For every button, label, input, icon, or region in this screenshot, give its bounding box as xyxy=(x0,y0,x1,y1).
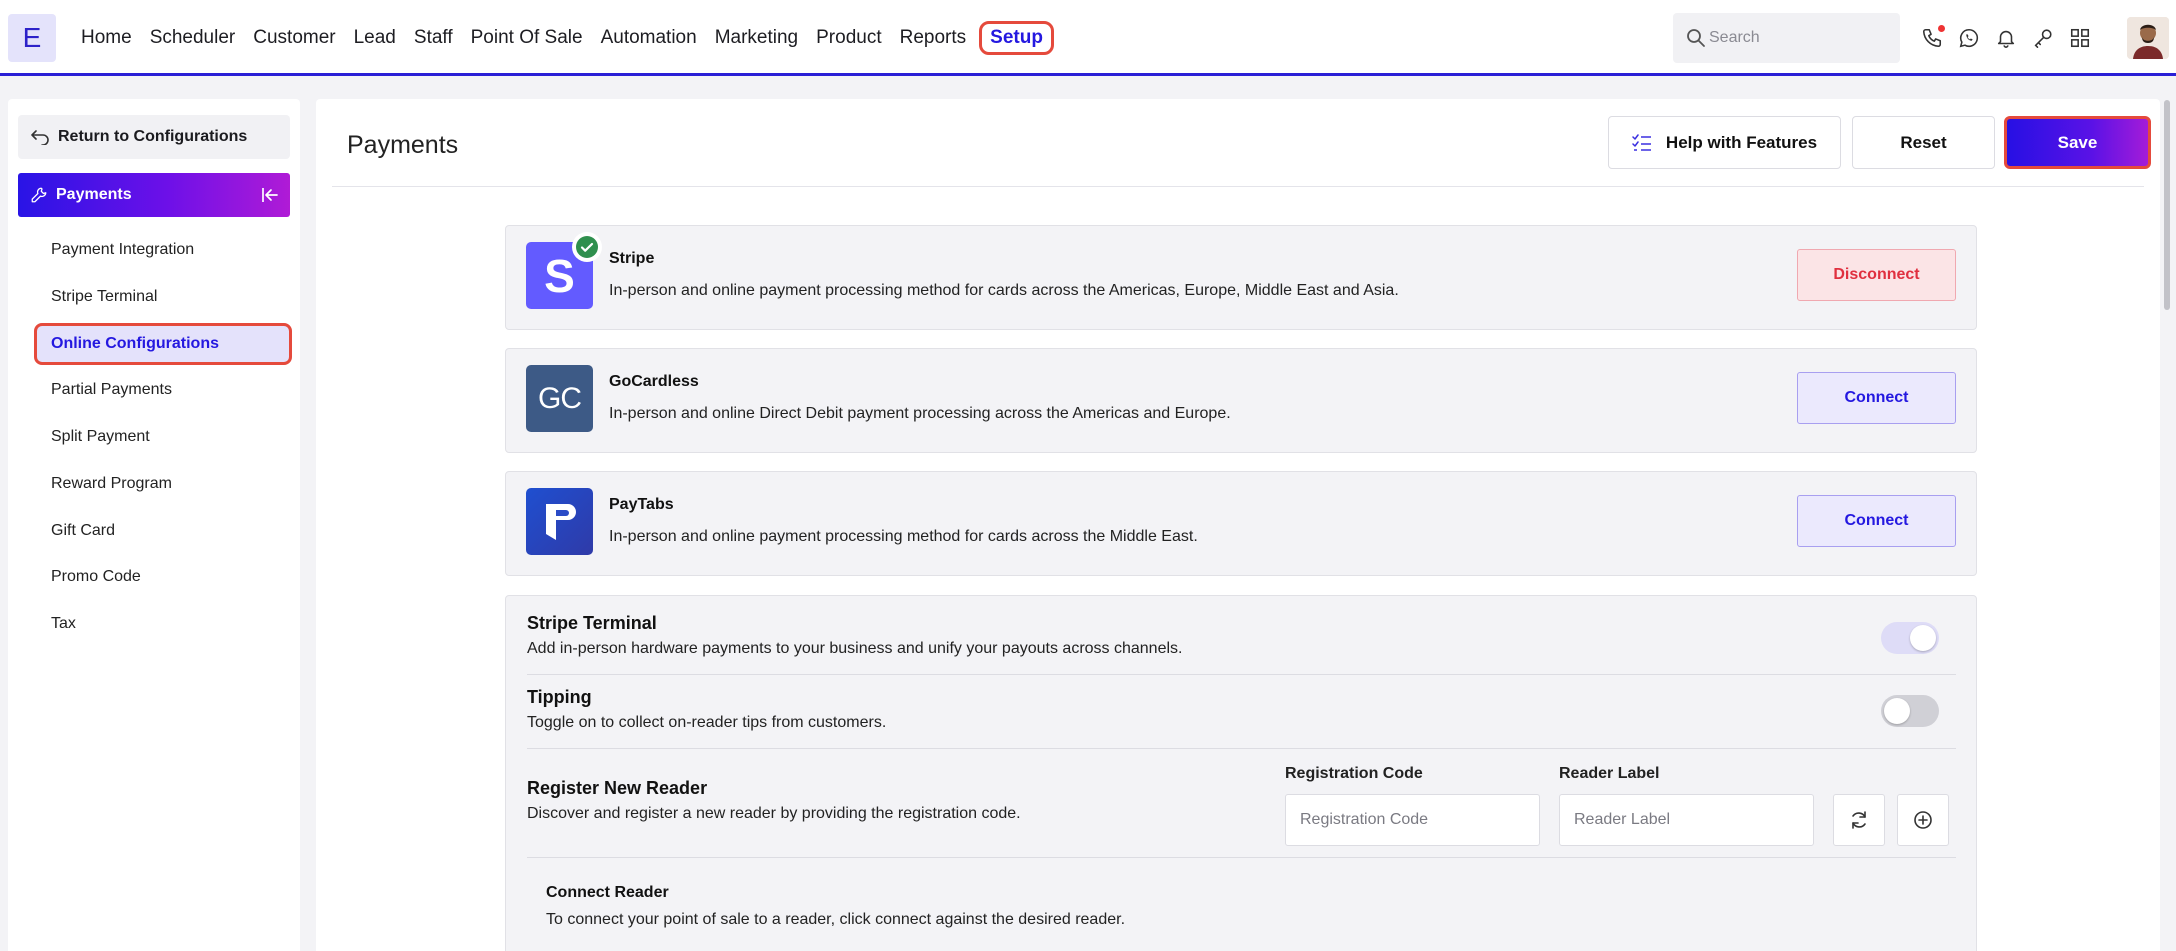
tipping-title: Tipping xyxy=(527,687,592,707)
nav-lead[interactable]: Lead xyxy=(345,21,405,55)
page-scrollbar[interactable] xyxy=(2164,100,2170,310)
stripe-terminal-card: Stripe Terminal Add in-person hardware p… xyxy=(505,595,1977,951)
row-divider xyxy=(527,748,1956,749)
key-icon[interactable] xyxy=(2030,25,2056,51)
nav-home[interactable]: Home xyxy=(72,21,141,55)
registration-code-label: Registration Code xyxy=(1285,765,1423,782)
return-label: Return to Configurations xyxy=(58,128,248,145)
provider-name: Stripe xyxy=(609,250,655,267)
collapse-sidebar-icon[interactable] xyxy=(260,185,280,205)
sidebar-item-tax[interactable]: Tax xyxy=(34,603,292,645)
reader-label-label: Reader Label xyxy=(1559,765,1660,782)
reader-label-input[interactable] xyxy=(1559,794,1814,846)
whatsapp-icon[interactable] xyxy=(1956,25,1982,51)
main-panel: Payments Help with Features Reset Save S… xyxy=(316,99,2160,951)
add-reader-button[interactable] xyxy=(1897,794,1949,846)
provider-name: PayTabs xyxy=(609,496,674,513)
help-with-features-button[interactable]: Help with Features xyxy=(1608,116,1841,169)
sidebar-item-split-payment[interactable]: Split Payment xyxy=(34,416,292,458)
page-title: Payments xyxy=(347,131,459,159)
refresh-readers-button[interactable] xyxy=(1833,794,1885,846)
nav-product[interactable]: Product xyxy=(807,21,890,55)
connect-reader-description: To connect your point of sale to a reade… xyxy=(546,911,1126,928)
provider-card-stripe: S Stripe In-person and online payment pr… xyxy=(505,225,1977,330)
connected-check-icon xyxy=(572,232,602,262)
help-label: Help with Features xyxy=(1665,132,1818,152)
plus-circle-icon xyxy=(1914,811,1932,829)
notification-dot xyxy=(1938,25,1945,32)
refresh-icon xyxy=(1852,811,1866,829)
provider-description: In-person and online payment processing … xyxy=(609,528,1198,545)
search-input[interactable] xyxy=(1709,13,1889,63)
toggle-knob xyxy=(1884,698,1910,724)
config-sidebar: Return to Configurations Payments Paymen… xyxy=(8,99,300,951)
provider-description: In-person and online Direct Debit paymen… xyxy=(609,405,1231,422)
return-to-configurations-button[interactable]: Return to Configurations xyxy=(18,115,290,159)
save-button[interactable]: Save xyxy=(2004,116,2151,169)
registration-code-input[interactable] xyxy=(1285,794,1540,846)
stripe-disconnect-button[interactable]: Disconnect xyxy=(1797,249,1956,301)
header-divider xyxy=(332,186,2144,187)
register-reader-title: Register New Reader xyxy=(527,778,708,798)
checklist-icon xyxy=(1632,133,1651,151)
tipping-description: Toggle on to collect on-reader tips from… xyxy=(527,714,887,731)
connect-reader-title: Connect Reader xyxy=(546,884,669,901)
main-nav: Home Scheduler Customer Lead Staff Point… xyxy=(72,0,1054,76)
wrench-icon xyxy=(31,187,47,203)
gocardless-connect-button[interactable]: Connect xyxy=(1797,372,1956,424)
provider-name: GoCardless xyxy=(609,373,699,390)
search-box xyxy=(1673,13,1900,63)
back-arrow-icon xyxy=(31,130,49,145)
reset-button[interactable]: Reset xyxy=(1852,116,1995,169)
sidebar-item-payment-integration[interactable]: Payment Integration xyxy=(34,229,292,271)
nav-point-of-sale[interactable]: Point Of Sale xyxy=(462,21,592,55)
user-avatar[interactable] xyxy=(2127,17,2169,59)
provider-card-paytabs: PayTabs In-person and online payment pro… xyxy=(505,471,1977,576)
provider-card-gocardless: GC GoCardless In-person and online Direc… xyxy=(505,348,1977,453)
terminal-title: Stripe Terminal xyxy=(527,613,657,633)
nav-staff[interactable]: Staff xyxy=(405,21,462,55)
nav-customer[interactable]: Customer xyxy=(244,21,344,55)
section-label: Payments xyxy=(56,186,132,203)
apps-grid-icon[interactable] xyxy=(2067,25,2093,51)
tipping-toggle[interactable] xyxy=(1881,695,1939,727)
paytabs-connect-button[interactable]: Connect xyxy=(1797,495,1956,547)
toggle-knob xyxy=(1910,625,1936,651)
sidebar-item-promo-code[interactable]: Promo Code xyxy=(34,556,292,598)
sidebar-item-partial-payments[interactable]: Partial Payments xyxy=(34,369,292,411)
register-reader-description: Discover and register a new reader by pr… xyxy=(527,805,1021,822)
nav-reports[interactable]: Reports xyxy=(891,21,976,55)
sidebar-item-online-configurations[interactable]: Online Configurations xyxy=(34,323,292,365)
sidebar-item-stripe-terminal[interactable]: Stripe Terminal xyxy=(34,276,292,318)
nav-setup[interactable]: Setup xyxy=(979,21,1054,55)
stripe-terminal-toggle[interactable] xyxy=(1881,622,1939,654)
sidebar-item-gift-card[interactable]: Gift Card xyxy=(34,510,292,552)
phone-icon[interactable] xyxy=(1919,25,1945,51)
nav-automation[interactable]: Automation xyxy=(592,21,706,55)
gocardless-logo: GC xyxy=(526,365,593,432)
search-icon xyxy=(1687,29,1705,47)
sidebar-item-reward-program[interactable]: Reward Program xyxy=(34,463,292,505)
nav-marketing[interactable]: Marketing xyxy=(706,21,807,55)
row-divider xyxy=(527,674,1956,675)
nav-scheduler[interactable]: Scheduler xyxy=(141,21,245,55)
app-logo[interactable]: E xyxy=(8,14,56,62)
top-navbar: E Home Scheduler Customer Lead Staff Poi… xyxy=(0,0,2176,76)
paytabs-logo xyxy=(526,488,593,555)
payments-section-header[interactable]: Payments xyxy=(18,173,290,217)
terminal-description: Add in-person hardware payments to your … xyxy=(527,640,1183,657)
row-divider xyxy=(527,857,1956,858)
provider-description: In-person and online payment processing … xyxy=(609,282,1399,299)
bell-icon[interactable] xyxy=(1993,25,2019,51)
